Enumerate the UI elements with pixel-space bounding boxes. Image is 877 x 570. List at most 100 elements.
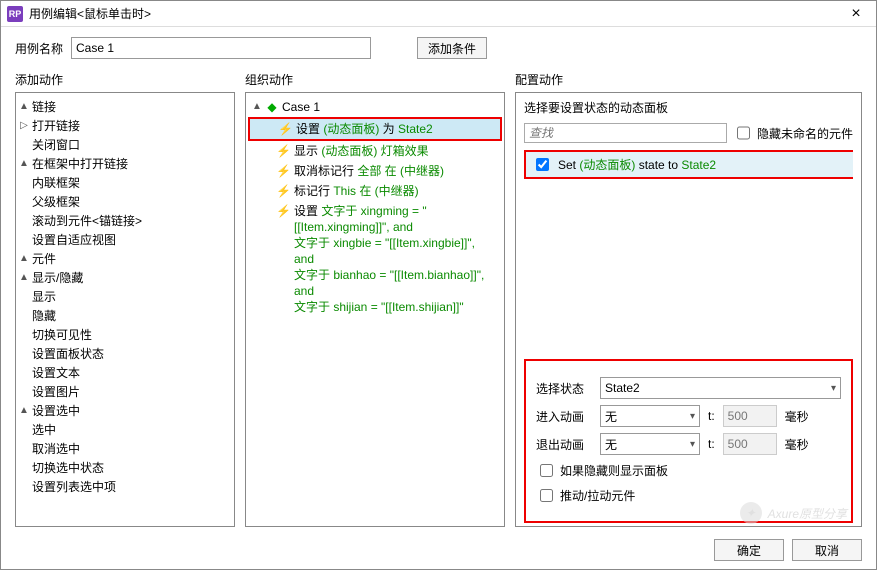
bolt-icon: ⚡ bbox=[276, 203, 290, 219]
action-tree-item[interactable]: ▲在框架中打开链接 bbox=[18, 154, 232, 173]
action-tree-label: 内联框架 bbox=[30, 174, 80, 191]
action-tree-label: 设置面板状态 bbox=[30, 345, 104, 362]
action-tree-label: 取消选中 bbox=[30, 440, 80, 457]
case-icon: ◆ bbox=[266, 99, 278, 115]
show-if-hidden-checkbox[interactable]: 如果隐藏则显示面板 bbox=[536, 461, 668, 480]
anim-in-label: 进入动画 bbox=[536, 408, 592, 425]
action-tree-label: 隐藏 bbox=[30, 307, 56, 324]
case-node-label: Case 1 bbox=[282, 99, 320, 115]
organize-panel: ▲ ◆ Case 1 ⚡ 设置 (动态面板) 为 State2 ⚡ 显示 (动态… bbox=[245, 92, 505, 527]
add-condition-button[interactable]: 添加条件 bbox=[417, 37, 487, 59]
bolt-icon: ⚡ bbox=[276, 143, 290, 159]
action-set-panel-state[interactable]: ⚡ 设置 (动态面板) 为 State2 bbox=[250, 119, 500, 139]
anim-out-dropdown[interactable]: 无▾ bbox=[600, 433, 700, 455]
action-tree-item[interactable]: ▲链接 bbox=[18, 97, 232, 116]
action-tree-item[interactable]: 选中 bbox=[18, 420, 232, 439]
action-mark-row[interactable]: ⚡ 标记行 This 在 (中继器) bbox=[248, 181, 502, 201]
app-logo-icon: RP bbox=[7, 6, 23, 22]
ms-unit: 毫秒 bbox=[785, 436, 809, 453]
t-label: t: bbox=[708, 437, 715, 451]
action-tree-label: 选中 bbox=[30, 421, 56, 438]
action-tree-label: 打开链接 bbox=[30, 117, 80, 134]
tree-toggle-icon[interactable]: ▲ bbox=[18, 158, 30, 169]
anim-in-dropdown[interactable]: 无▾ bbox=[600, 405, 700, 427]
chevron-down-icon: ▾ bbox=[684, 439, 695, 450]
action-tree-item[interactable]: ▲元件 bbox=[18, 249, 232, 268]
action-tree-label: 设置选中 bbox=[30, 402, 80, 419]
select-panel-label: 选择要设置状态的动态面板 bbox=[524, 99, 853, 116]
case-name-label: 用例名称 bbox=[15, 40, 63, 57]
action-tree-label: 设置列表选中项 bbox=[30, 478, 116, 495]
bolt-icon: ⚡ bbox=[276, 163, 290, 179]
tree-toggle-icon[interactable]: ▷ bbox=[18, 120, 30, 131]
configure-action-header: 配置动作 bbox=[515, 69, 862, 92]
search-input[interactable] bbox=[524, 123, 727, 143]
chevron-down-icon: ▾ bbox=[825, 383, 836, 394]
action-tree-label: 元件 bbox=[30, 250, 56, 267]
t-label: t: bbox=[708, 409, 715, 423]
ms-unit: 毫秒 bbox=[785, 408, 809, 425]
action-tree-label: 显示 bbox=[30, 288, 56, 305]
close-icon[interactable]: × bbox=[842, 5, 870, 23]
hide-unnamed-checkbox[interactable]: 隐藏未命名的元件 bbox=[733, 120, 853, 146]
dialog-footer: 确定 取消 bbox=[1, 533, 876, 569]
organize-action-header: 组织动作 bbox=[245, 69, 505, 92]
hide-unnamed-label: 隐藏未命名的元件 bbox=[757, 125, 853, 142]
action-tree-item[interactable]: 切换可见性 bbox=[18, 325, 232, 344]
action-tree-item[interactable]: 关闭窗口 bbox=[18, 135, 232, 154]
action-tree-label: 设置图片 bbox=[30, 383, 80, 400]
configure-form: 选择状态 State2▾ 进入动画 无▾ t: 毫秒 退出动画 bbox=[524, 359, 853, 523]
select-state-dropdown[interactable]: State2▾ bbox=[600, 377, 841, 399]
action-tree-item[interactable]: 设置自适应视图 bbox=[18, 230, 232, 249]
hide-unnamed-check[interactable] bbox=[737, 123, 750, 143]
action-tree-item[interactable]: 取消选中 bbox=[18, 439, 232, 458]
action-tree-item[interactable]: 切换选中状态 bbox=[18, 458, 232, 477]
case-name-row: 用例名称 添加条件 bbox=[1, 27, 876, 69]
dialog-title: 用例编辑<鼠标单击时> bbox=[29, 5, 842, 22]
action-tree-label: 切换可见性 bbox=[30, 326, 92, 343]
titlebar: RP 用例编辑<鼠标单击时> × bbox=[1, 1, 876, 27]
target-widget-check[interactable] bbox=[536, 158, 549, 171]
chevron-down-icon: ▾ bbox=[684, 411, 695, 422]
action-tree-label: 切换选中状态 bbox=[30, 459, 104, 476]
action-tree-item[interactable]: 设置图片 bbox=[18, 382, 232, 401]
push-pull-checkbox[interactable]: 推动/拉动元件 bbox=[536, 486, 635, 505]
anim-in-duration-input bbox=[723, 405, 777, 427]
case-name-input[interactable] bbox=[71, 37, 371, 59]
configure-panel: 选择要设置状态的动态面板 隐藏未命名的元件 Set (动态面板) state t bbox=[515, 92, 862, 527]
action-tree-item[interactable]: ▷打开链接 bbox=[18, 116, 232, 135]
add-action-header: 添加动作 bbox=[15, 69, 235, 92]
action-tree-item[interactable]: 设置文本 bbox=[18, 363, 232, 382]
action-tree-item[interactable]: 设置面板状态 bbox=[18, 344, 232, 363]
action-tree-item[interactable]: 父级框架 bbox=[18, 192, 232, 211]
action-tree-item[interactable]: 设置列表选中项 bbox=[18, 477, 232, 496]
tree-toggle-icon[interactable]: ▲ bbox=[18, 405, 30, 416]
tree-toggle-icon[interactable]: ▲ bbox=[18, 272, 30, 283]
ok-button[interactable]: 确定 bbox=[714, 539, 784, 561]
bolt-icon: ⚡ bbox=[276, 183, 290, 199]
action-tree-item[interactable]: 内联框架 bbox=[18, 173, 232, 192]
action-tree-item[interactable]: ▲显示/隐藏 bbox=[18, 268, 232, 287]
anim-out-label: 退出动画 bbox=[536, 436, 592, 453]
action-tree-label: 父级框架 bbox=[30, 193, 80, 210]
action-unmark-rows[interactable]: ⚡ 取消标记行 全部 在 (中继器) bbox=[248, 161, 502, 181]
action-tree-item[interactable]: ▲设置选中 bbox=[18, 401, 232, 420]
action-tree-panel[interactable]: ▲链接▷打开链接关闭窗口▲在框架中打开链接内联框架父级框架滚动到元件<锚链接>设… bbox=[15, 92, 235, 527]
action-tree-label: 关闭窗口 bbox=[30, 136, 80, 153]
target-widget-row[interactable]: Set (动态面板) state to State2 bbox=[524, 150, 853, 179]
target-widget-text: Set (动态面板) state to State2 bbox=[558, 156, 716, 173]
action-tree-label: 链接 bbox=[30, 98, 56, 115]
action-tree-item[interactable]: 显示 bbox=[18, 287, 232, 306]
action-tree-item[interactable]: 滚动到元件<锚链接> bbox=[18, 211, 232, 230]
case-editor-dialog: RP 用例编辑<鼠标单击时> × 用例名称 添加条件 添加动作 ▲链接▷打开链接… bbox=[0, 0, 877, 570]
action-set-text[interactable]: ⚡ 设置 文字于 xingming = "[[Item.xingming]]",… bbox=[248, 201, 502, 317]
cancel-button[interactable]: 取消 bbox=[792, 539, 862, 561]
bolt-icon: ⚡ bbox=[278, 121, 292, 137]
action-tree-item[interactable]: 隐藏 bbox=[18, 306, 232, 325]
action-tree-label: 在框架中打开链接 bbox=[30, 155, 128, 172]
tree-toggle-icon[interactable]: ▲ bbox=[18, 253, 30, 264]
action-tree-label: 滚动到元件<锚链接> bbox=[30, 212, 142, 229]
action-show-lightbox[interactable]: ⚡ 显示 (动态面板) 灯箱效果 bbox=[248, 141, 502, 161]
case-node[interactable]: ▲ ◆ Case 1 bbox=[248, 97, 502, 117]
tree-toggle-icon[interactable]: ▲ bbox=[18, 101, 30, 112]
